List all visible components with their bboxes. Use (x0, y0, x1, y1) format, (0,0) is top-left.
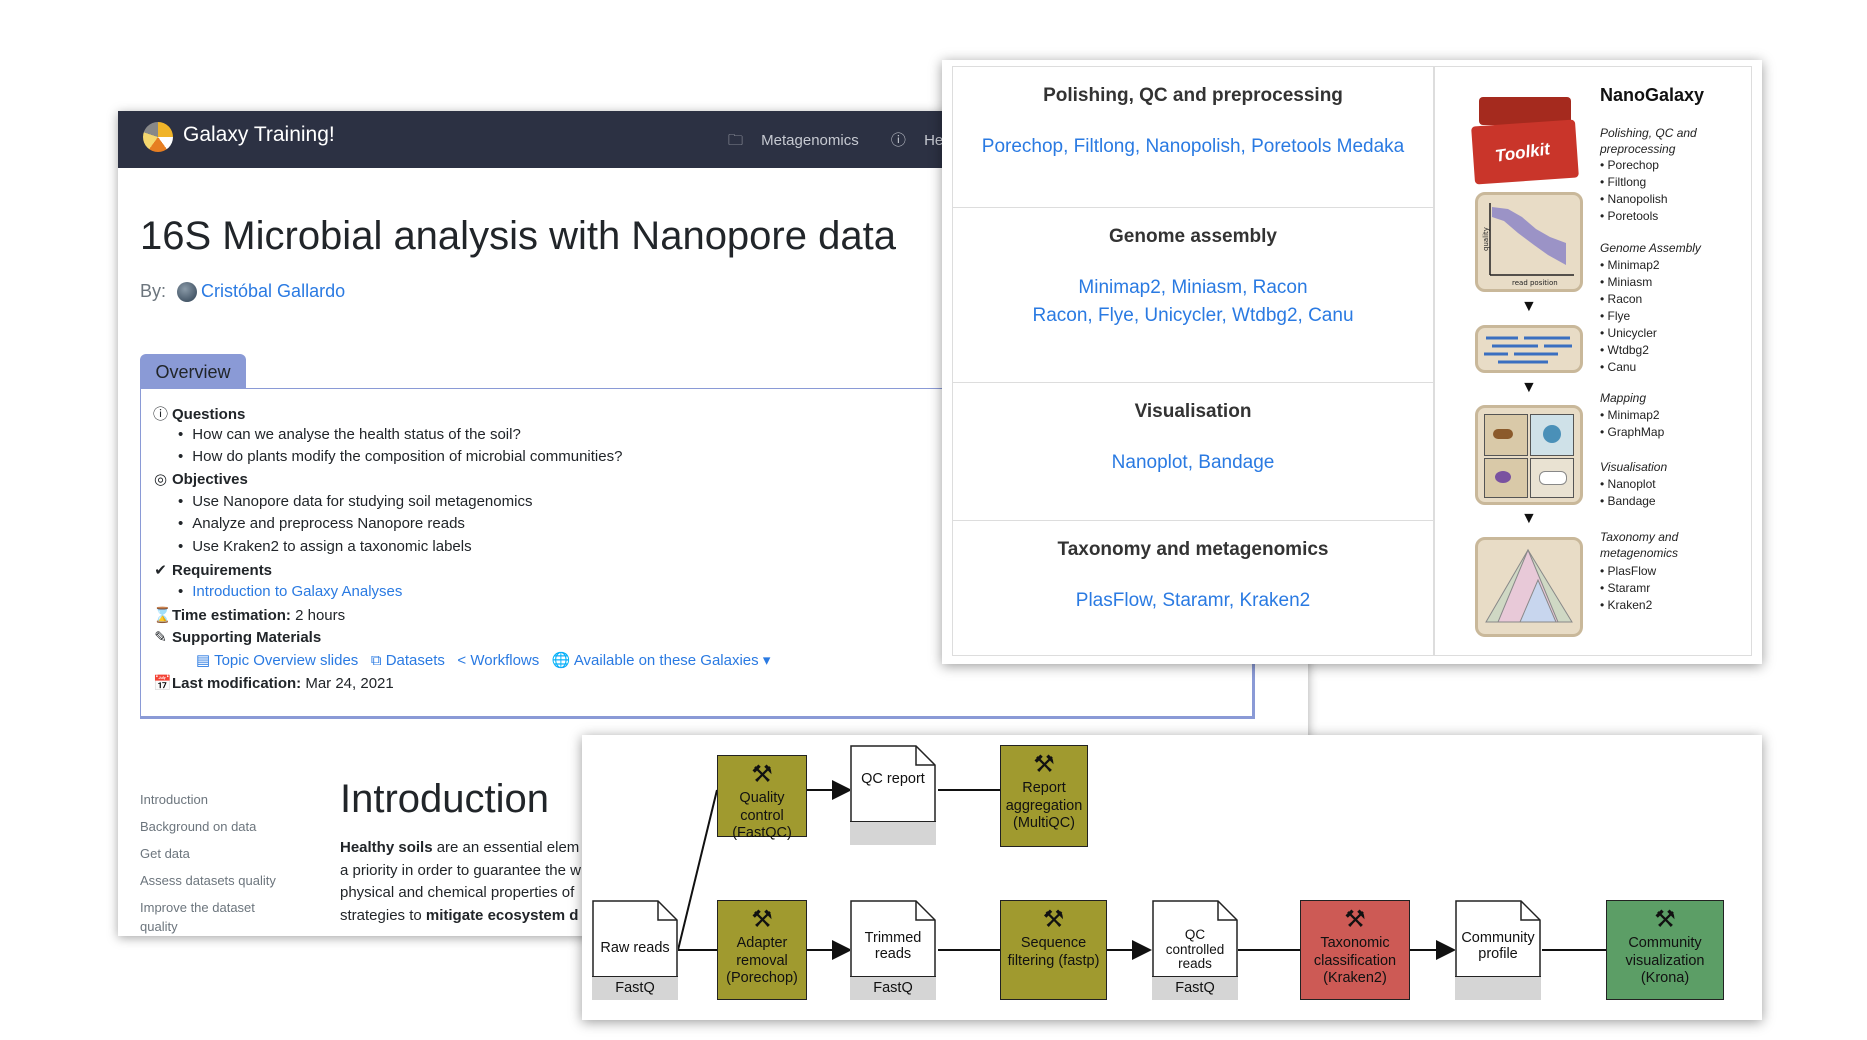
tool-node[interactable]: ⚒ Report aggregation (MultiQC) (1000, 745, 1088, 847)
arrow-down-icon: ▼ (1521, 298, 1537, 315)
question-circle-icon: ⓘ (890, 132, 911, 149)
arrow-down-icon: ▼ (1521, 510, 1537, 527)
tool-links[interactable]: Porechop, Filtlong, Nanopolish, Poretool… (953, 133, 1433, 161)
infographic-title: NanoGalaxy (1600, 85, 1705, 105)
galaxies-dropdown[interactable]: 🌐 Available on these Galaxies ▾ (552, 652, 771, 669)
section-heading: Polishing, QC and preprocessing (1043, 85, 1343, 106)
phylogeny-image (1475, 537, 1583, 637)
tools-icon: ⚒ (1344, 906, 1366, 933)
list-item: • Nanopolish (1600, 192, 1668, 206)
tool-links[interactable]: Nanoplot, Bandage (953, 449, 1433, 477)
tool-node[interactable]: ⚒ Community visualization (Krona) (1606, 900, 1724, 1000)
slides-link[interactable]: ▤ Topic Overview slides (196, 652, 358, 669)
dataset-node[interactable]: QC controlled reads FastQ (1152, 900, 1238, 1000)
tools-icon: ⚒ (751, 906, 773, 933)
list-item: • Filtlong (1600, 175, 1647, 189)
tools-icon: ⚒ (1654, 906, 1676, 933)
page-title: 16S Microbial analysis with Nanopore dat… (140, 214, 896, 258)
tool-links[interactable]: Minimap2, Miniasm, Racon (953, 274, 1433, 302)
list-item: How do plants modify the composition of … (153, 448, 622, 465)
author-link[interactable]: Cristóbal Gallardo (201, 281, 345, 301)
globe-icon: 🌐 (551, 652, 574, 669)
tool-links[interactable]: PlasFlow, Staramr, Kraken2 (953, 587, 1433, 615)
quality-plot-image: quality read position (1475, 192, 1583, 292)
toc-item[interactable]: Improve the dataset quality (140, 894, 280, 936)
tools-icon: ⚒ (1033, 751, 1055, 778)
list-item: • PlasFlow (1600, 564, 1657, 578)
list-item: • Poretools (1600, 209, 1659, 223)
list-item: • Bandage (1600, 494, 1656, 508)
svg-text:read position: read position (1512, 279, 1558, 287)
brand-link[interactable]: Galaxy Training! (183, 123, 335, 147)
toc-item[interactable]: Introduction (140, 786, 280, 813)
arrow-down-icon: ▼ (1521, 379, 1537, 396)
slides-icon: ▤ (196, 652, 215, 669)
list-item: • Kraken2 (1600, 598, 1653, 612)
metagenomics-link[interactable]: 🗀 Metagenomics (728, 132, 873, 149)
toolbox-icon: Toolkit (1471, 97, 1579, 185)
tool-node[interactable]: ⚒ Quality control (FastQC) (717, 755, 807, 841)
list-item: How can we analyse the health status of … (153, 426, 521, 443)
list-item: • Racon (1600, 292, 1643, 306)
toc-item[interactable]: Get data (140, 840, 280, 867)
dataset-node[interactable]: Community profile (1455, 900, 1541, 1000)
byline: By: Cristóbal Gallardo (140, 281, 346, 303)
nanogalaxy-panel: Polishing, QC and preprocessing Porechop… (942, 60, 1762, 664)
tool-table: Polishing, QC and preprocessing Porechop… (952, 66, 1434, 656)
list-item: • Porechop (1600, 158, 1659, 172)
toc-item[interactable]: Assess datasets quality (140, 867, 280, 894)
edit-icon: ✎ (154, 629, 167, 646)
list-item: Analyze and preprocess Nanopore reads (153, 515, 465, 532)
list-item: • Minimap2 (1600, 258, 1660, 272)
requirement-link[interactable]: Introduction to Galaxy Analyses (192, 583, 402, 600)
workflow-diagram: ⚒ Quality control (FastQC) QC report ⚒ Rep… (582, 735, 1762, 1020)
avatar (177, 282, 198, 303)
share-icon: < (457, 652, 471, 669)
hourglass-icon: ⌛ (153, 607, 172, 624)
list-item: • Canu (1600, 360, 1637, 374)
section-heading: Genome assembly (1109, 226, 1277, 247)
list-item: • Miniasm (1600, 275, 1653, 289)
list-item: • Unicycler (1600, 326, 1657, 340)
list-item: • Minimap2 (1600, 408, 1660, 422)
dataset-node[interactable]: Trimmed reads FastQ (850, 900, 936, 1000)
list-item: Use Nanopore data for studying soil meta… (153, 493, 532, 510)
tools-icon: ⚒ (1042, 906, 1065, 933)
reads-alignment-image (1475, 325, 1583, 373)
folder-icon: 🗀 (728, 132, 748, 149)
list-item: • Nanoplot (1600, 477, 1656, 491)
toc-sidebar: Introduction Background on data Get data… (140, 786, 280, 936)
datasets-link[interactable]: ⧉ Datasets (371, 652, 445, 669)
section-heading: Taxonomy and metagenomics (1057, 539, 1329, 560)
list-item: • Staramr (1600, 581, 1651, 595)
section-heading: Introduction (340, 777, 550, 821)
section-heading: Visualisation (1134, 401, 1252, 422)
nanogalaxy-infographic: Toolkit quality read position ▼ ▼ ▼ Nano… (1434, 66, 1752, 656)
list-item: • GraphMap (1600, 425, 1665, 439)
bullseye-icon: ◎ (153, 471, 168, 488)
question-circle-icon: ⓘ (153, 406, 169, 423)
svg-text:quality: quality (1482, 227, 1490, 251)
tool-node[interactable]: ⚒ Taxonomic classification (Kraken2) (1300, 900, 1410, 1000)
tab-overview[interactable]: Overview (140, 354, 246, 389)
copy-icon: ⧉ (370, 652, 386, 669)
tool-node[interactable]: ⚒ Adapter removal (Porechop) (717, 900, 807, 1000)
workflows-link[interactable]: < Workflows (457, 652, 539, 669)
caret-down-icon: ▾ (762, 652, 771, 669)
check-circle-icon: ✔ (154, 562, 167, 579)
toc-item[interactable]: Background on data (140, 813, 280, 840)
galaxy-logo-icon[interactable] (143, 122, 173, 152)
calendar-icon: 📅 (153, 675, 172, 692)
tool-links[interactable]: Racon, Flye, Unicycler, Wtdbg2, Canu (953, 302, 1433, 330)
microbes-image (1475, 405, 1583, 505)
dataset-node[interactable]: QC report (850, 745, 936, 845)
tool-node[interactable]: ⚒ Sequence filtering (fastp) (1000, 900, 1107, 1000)
list-item: • Wtdbg2 (1600, 343, 1649, 357)
dataset-node[interactable]: Raw reads FastQ (592, 900, 678, 1000)
tools-icon: ⚒ (751, 761, 773, 788)
list-item: Use Kraken2 to assign a taxonomic labels (153, 538, 471, 555)
list-item: • Flye (1600, 309, 1631, 323)
